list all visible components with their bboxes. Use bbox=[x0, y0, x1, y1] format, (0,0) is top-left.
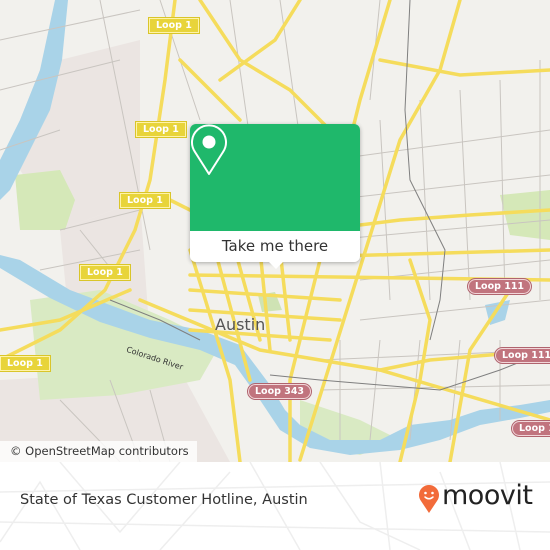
road-shield: Loop 111 bbox=[493, 347, 550, 364]
road-shield: Loop 1 bbox=[148, 17, 200, 34]
popup-pointer bbox=[268, 261, 284, 269]
road-shield: Loop 111 bbox=[466, 278, 533, 295]
location-popup[interactable]: Take me there bbox=[190, 124, 360, 269]
moovit-wordmark: moovit bbox=[442, 480, 533, 511]
park bbox=[500, 190, 550, 240]
map-view[interactable]: Austin Colorado River Loop 1 Loop 1 Loop… bbox=[0, 0, 550, 462]
road-shield: Loop 1 bbox=[79, 264, 131, 281]
footer: State of Texas Customer Hotline, Austin … bbox=[0, 462, 550, 550]
popup-header bbox=[190, 124, 360, 231]
road-shield: Loop 1 bbox=[135, 121, 187, 138]
road-shield: Loop 1 bbox=[119, 192, 171, 209]
road-shield: Loop 1 bbox=[0, 355, 51, 372]
take-me-there-button[interactable]: Take me there bbox=[190, 231, 360, 262]
road-shield: Loop 1 bbox=[511, 420, 550, 437]
place-name: State of Texas Customer Hotline, Austin bbox=[20, 492, 308, 508]
map-attribution[interactable]: © OpenStreetMap contributors bbox=[0, 441, 197, 462]
city-label: Austin bbox=[215, 315, 266, 334]
moovit-smiley-pin-icon bbox=[419, 485, 439, 513]
location-pin-icon bbox=[191, 124, 227, 175]
road-shield: Loop 343 bbox=[246, 383, 313, 400]
